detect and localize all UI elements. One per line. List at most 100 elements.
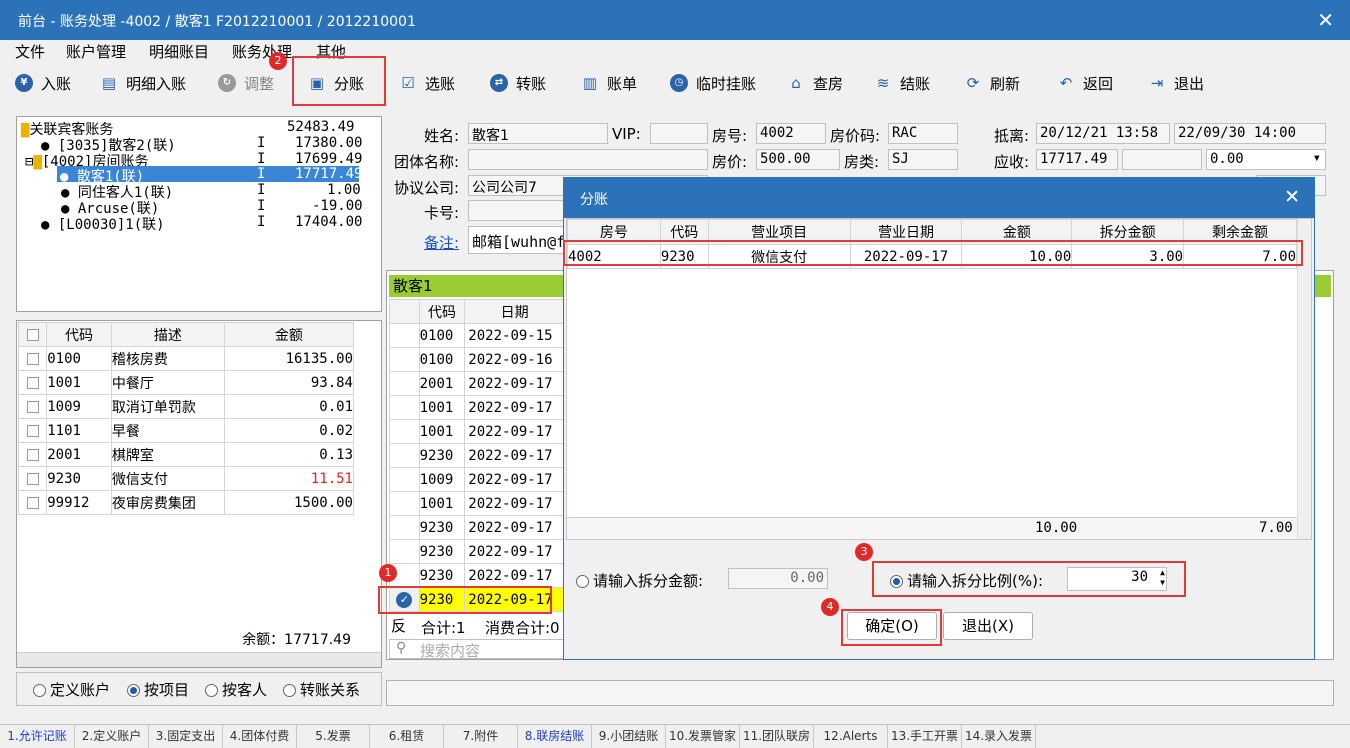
table-row[interactable]: 1001 2022-09-17 <box>389 491 565 516</box>
name-field[interactable]: 散客1 <box>468 123 608 144</box>
radio-by-item[interactable]: 按项目 <box>127 679 189 700</box>
room-field[interactable]: 4002 <box>756 123 826 144</box>
transfer-button[interactable]: ⇄ 转账 <box>490 70 546 96</box>
row-checkbox[interactable] <box>26 448 39 461</box>
cell: 2022-09-17 <box>464 515 565 540</box>
tab-define-account[interactable]: 2.定义账户 <box>75 725 149 748</box>
menu-account[interactable]: 账户管理 <box>66 41 126 62</box>
cell: 0100 <box>418 323 466 348</box>
table-row[interactable]: 1101 早餐 0.02 <box>17 418 355 443</box>
table-row[interactable]: 1009 2022-09-17 <box>389 467 565 492</box>
room-check-button[interactable]: ⌂ 查房 <box>787 70 843 96</box>
card-label: 卡号: <box>424 204 460 222</box>
table-row[interactable]: 1001 2022-09-17 <box>389 419 565 444</box>
radio-by-guest[interactable]: 按客人 <box>205 679 267 700</box>
adjust-button[interactable]: ↻ 调整 <box>218 70 274 96</box>
table-row[interactable]: 9230 2022-09-17 <box>389 443 565 468</box>
note-field[interactable]: 邮箱[wuhn@f <box>468 226 564 254</box>
col-amount: 金额 <box>223 322 355 347</box>
table-row[interactable]: 2001 棋牌室 0.13 <box>17 442 355 467</box>
table-row[interactable]: 1001 2022-09-17 <box>389 395 565 420</box>
table-row[interactable]: 0100 稽核房费 16135.00 <box>17 346 355 371</box>
tree-item[interactable]: ● [L00030]1(联) <box>41 214 165 234</box>
depart-field[interactable]: 22/09/30 14:00 <box>1174 123 1326 144</box>
back-button[interactable]: ↶ 返回 <box>1057 70 1113 96</box>
table-row[interactable]: 9230 2022-09-17 <box>389 539 565 564</box>
temp-hold-button[interactable]: ◷ 临时挂账 <box>670 70 756 96</box>
tab-fixed-expense[interactable]: 3.固定支出 <box>149 725 223 748</box>
radio-transfer-relation[interactable]: 转账关系 <box>283 679 360 700</box>
split-amount-input[interactable]: 0.00 <box>728 568 828 589</box>
table-row[interactable]: 9230 2022-09-17 <box>389 515 565 540</box>
cell: 16135.00 <box>223 346 355 371</box>
step-badge-1: 1 <box>379 564 397 582</box>
items-table: 代码 描述 金额 0100 稽核房费 16135.00 1001 中餐厅 93.84 100… <box>17 322 355 515</box>
rate-code-field[interactable]: RAC <box>888 123 958 144</box>
checkout-button[interactable]: ≋ 结账 <box>874 70 930 96</box>
group-field[interactable] <box>468 149 708 170</box>
note-link[interactable]: 备注: <box>424 232 459 253</box>
tab-invoice[interactable]: 5.发票 <box>297 725 370 748</box>
menu-file[interactable]: 文件 <box>15 41 45 62</box>
bill-button[interactable]: ▥ 账单 <box>581 70 637 96</box>
clock-icon: ◷ <box>670 74 688 92</box>
row-checkbox[interactable] <box>26 352 39 365</box>
tab-allow-posting[interactable]: 1.允许记账 <box>0 725 75 748</box>
table-row[interactable]: 9230 微信支付 11.51 <box>17 466 355 491</box>
select-button[interactable]: ☑ 选账 <box>399 70 455 96</box>
menu-detail[interactable]: 明细账目 <box>149 41 209 62</box>
refresh-button[interactable]: ⟳ 刷新 <box>964 70 1020 96</box>
tree-item-selected[interactable]: ● 散客1(联) I 17717.49 <box>57 166 362 185</box>
close-icon[interactable]: ✕ <box>1317 8 1334 32</box>
post-button[interactable]: ¥ 入账 <box>15 70 71 96</box>
dialog-close-icon[interactable]: ✕ <box>1284 186 1300 208</box>
arrive-field[interactable]: 20/12/21 13:58 <box>1036 123 1170 144</box>
col-desc: 描述 <box>110 322 225 347</box>
detail-post-button[interactable]: ▤ 明细入账 <box>100 70 186 96</box>
cell: 2022-09-17 <box>464 539 565 564</box>
radio-split-amount[interactable]: 请输入拆分金额: <box>576 570 703 591</box>
vertical-scrollbar[interactable] <box>1297 219 1311 539</box>
vip-field[interactable] <box>650 123 708 144</box>
table-row[interactable]: 1009 取消订单罚款 0.01 <box>17 394 355 419</box>
currency-dropdown[interactable]: 0.00 ▾ <box>1206 149 1326 170</box>
row-checkbox[interactable] <box>26 472 39 485</box>
tab-team-linked[interactable]: 11.团队联房 <box>740 725 814 748</box>
room-type-field[interactable]: SJ <box>888 149 958 170</box>
tab-alerts[interactable]: 12.Alerts <box>814 725 888 748</box>
cell: 取消订单罚款 <box>110 394 225 419</box>
price-field[interactable]: 500.00 <box>756 149 840 170</box>
due-field-2[interactable] <box>1122 149 1202 170</box>
tab-enter-invoice[interactable]: 14.录入发票 <box>962 725 1036 748</box>
row-checkbox[interactable] <box>26 424 39 437</box>
radio-define-account[interactable]: 定义账户 <box>33 679 110 700</box>
tab-manual-invoice[interactable]: 13.手工开票 <box>888 725 962 748</box>
undo-icon: ↶ <box>1059 74 1073 92</box>
row-checkbox[interactable] <box>26 400 39 413</box>
card-field[interactable] <box>468 200 564 221</box>
reverse-button[interactable]: 反 <box>391 615 406 636</box>
row-checkbox[interactable] <box>26 376 39 389</box>
tab-invoice-manager[interactable]: 10.发票管家 <box>666 725 740 748</box>
tab-small-group[interactable]: 9.小团结账 <box>592 725 666 748</box>
table-row[interactable]: 0100 2022-09-15 <box>389 323 565 348</box>
tab-linked-checkout[interactable]: 8.联房结账 <box>518 725 592 748</box>
window-title: 前台 - 账务处理 -4002 / 散客1 F2012210001 / 2012… <box>18 14 416 30</box>
horizontal-scrollbar[interactable] <box>17 652 381 667</box>
table-row[interactable]: 0100 2022-09-16 <box>389 347 565 372</box>
exit-button[interactable]: ⇥ 退出 <box>1148 70 1204 96</box>
cell: 1001 <box>418 395 466 420</box>
table-row[interactable]: 2001 2022-09-17 <box>389 371 565 396</box>
row-checkbox[interactable] <box>26 496 39 509</box>
table-row[interactable]: 9230 2022-09-17 <box>389 563 565 588</box>
select-all-checkbox[interactable] <box>26 328 39 341</box>
table-row[interactable]: 99912 夜审房费集团 1500.00 <box>17 490 355 515</box>
due-field[interactable]: 17717.49 <box>1036 149 1118 170</box>
search-input[interactable]: 搜索内容 <box>420 640 480 661</box>
tab-group-pay[interactable]: 4.团体付费 <box>223 725 297 748</box>
table-row[interactable]: 1001 中餐厅 93.84 <box>17 370 355 395</box>
cancel-button[interactable]: 退出(X) <box>943 612 1033 640</box>
search-box[interactable]: ⚲ 搜索内容 <box>389 639 567 661</box>
tab-attachment[interactable]: 7.附件 <box>444 725 518 748</box>
tab-lease[interactable]: 6.租赁 <box>370 725 444 748</box>
